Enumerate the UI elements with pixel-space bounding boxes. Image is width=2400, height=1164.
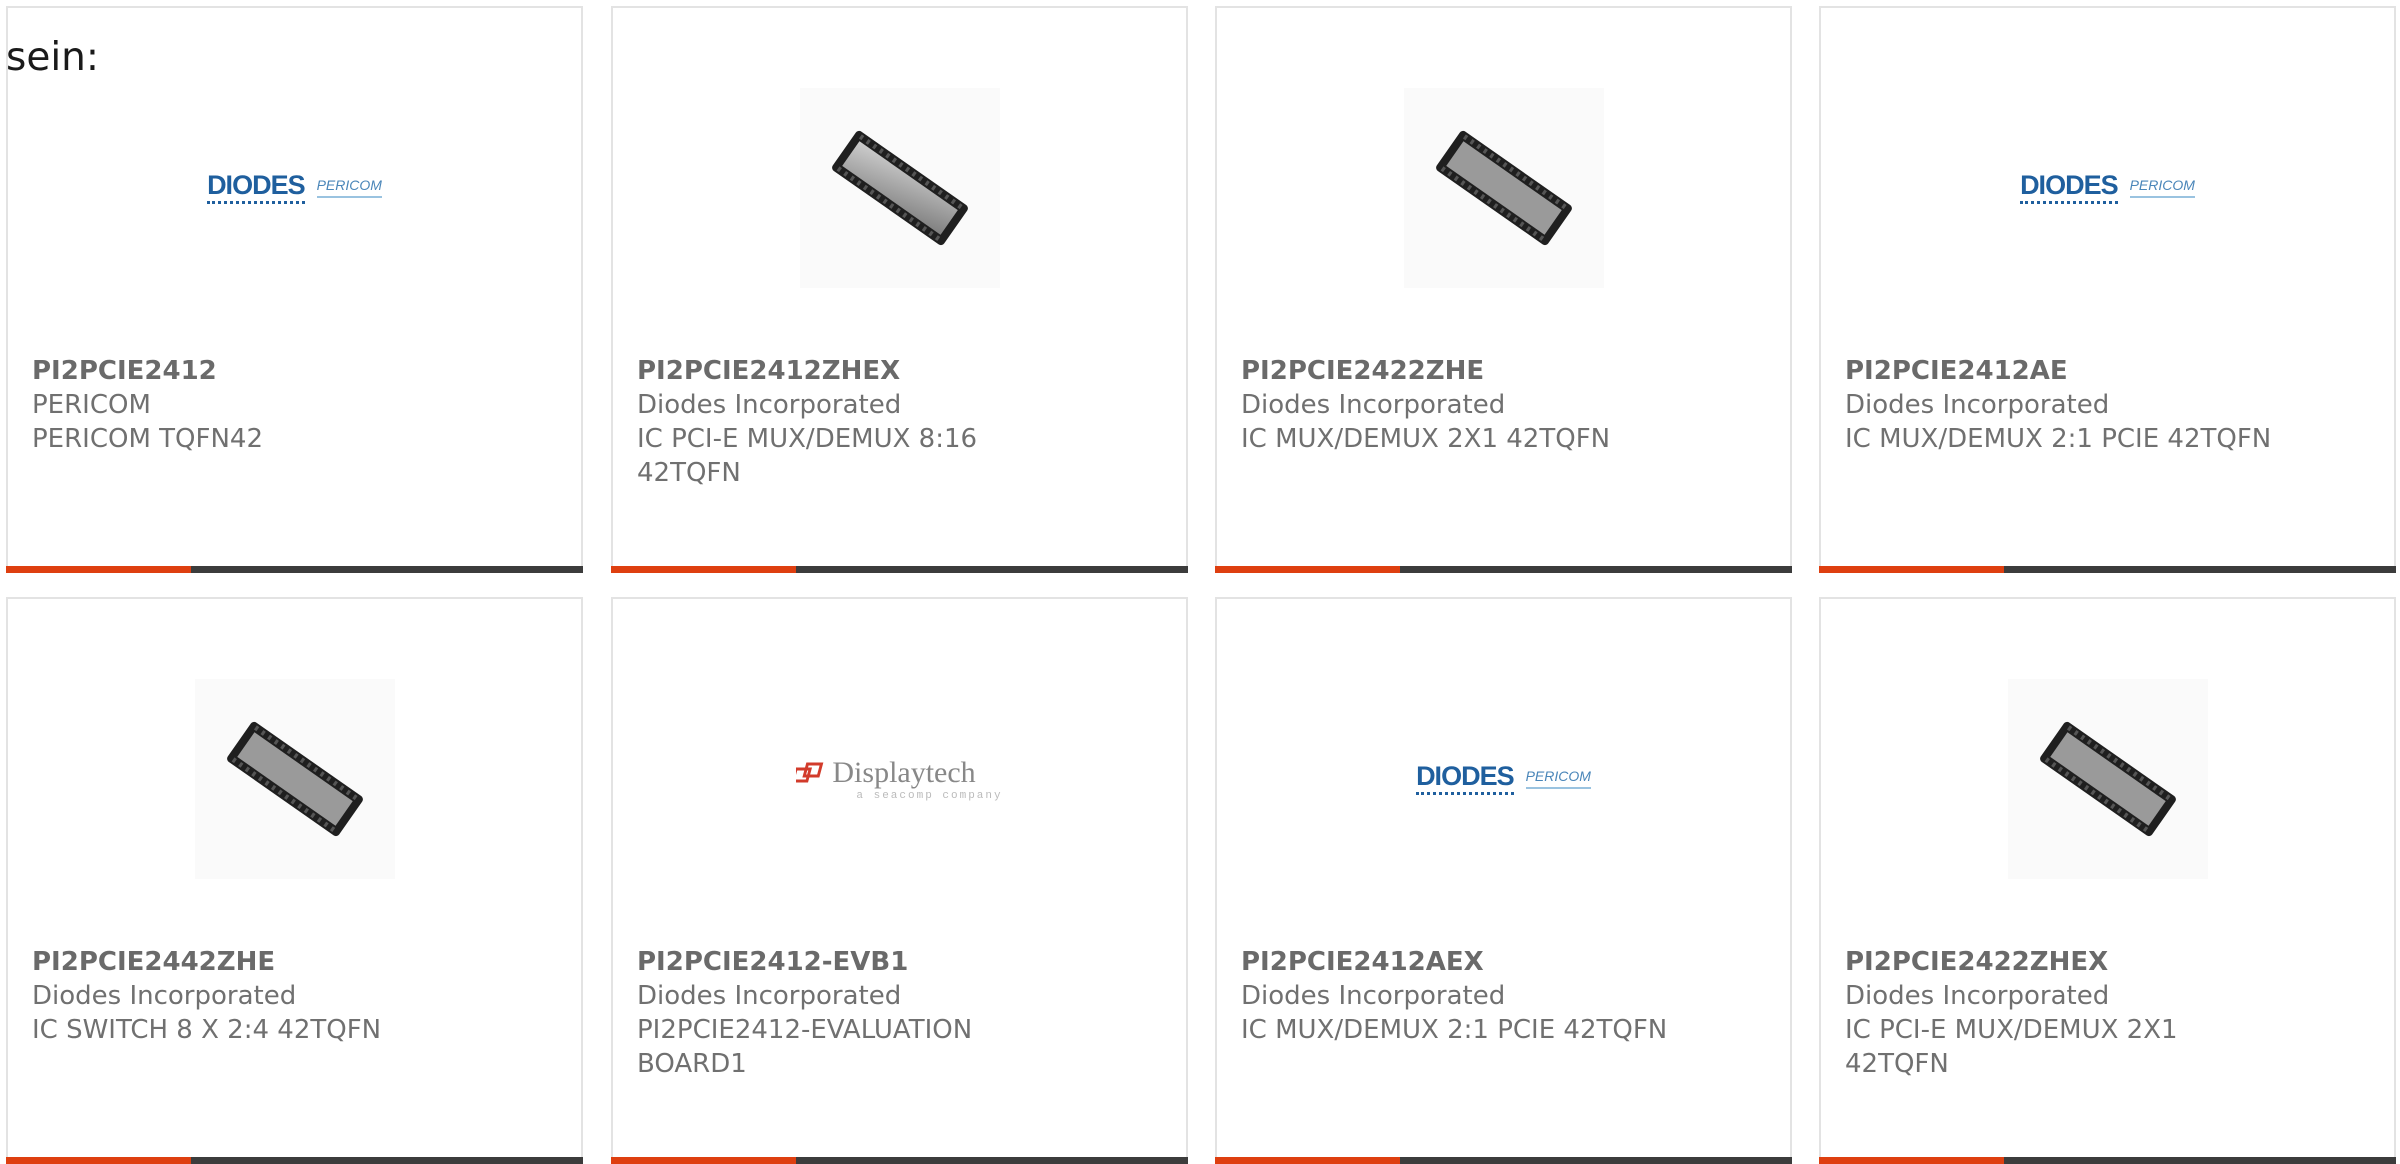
product-description: PI2PCIE2412-EVALUATION BOARD1 xyxy=(637,1015,973,1079)
product-manufacturer: Diodes Incorporated xyxy=(1241,981,1506,1011)
card-accent-bar xyxy=(611,566,1188,573)
diodes-pericom-logo: DIODES PERICOM xyxy=(207,172,382,204)
product-image xyxy=(1217,78,1790,298)
product-manufacturer: PERICOM xyxy=(32,390,151,420)
product-manufacturer: Diodes Incorporated xyxy=(637,981,902,1011)
product-description: PERICOM TQFN42 xyxy=(32,424,263,454)
product-card[interactable]: DIODES PERICOM PI2PCIE2412AEX Diodes Inc… xyxy=(1215,597,1792,1164)
chip-package-icon xyxy=(1435,130,1572,246)
product-name[interactable]: PI2PCIE2412 xyxy=(32,354,557,388)
card-accent-bar xyxy=(6,566,583,573)
product-manufacturer: Diodes Incorporated xyxy=(1845,390,2110,420)
product-image xyxy=(613,78,1186,298)
chip-package-image xyxy=(2007,679,2208,879)
product-name[interactable]: PI2PCIE2412AE xyxy=(1845,354,2370,388)
diodes-wordmark: DIODES xyxy=(207,172,306,204)
product-name[interactable]: PI2PCIE2412AEX xyxy=(1241,945,1766,979)
product-card[interactable]: PI2PCIE2422ZHE Diodes Incorporated IC MU… xyxy=(1215,6,1792,573)
product-card[interactable]: DIODES PERICOM PI2PCIE2412AE Diodes Inco… xyxy=(1819,6,2396,573)
intro-text: sein: xyxy=(6,35,100,80)
product-manufacturer: Diodes Incorporated xyxy=(637,390,902,420)
chip-package-icon xyxy=(2039,721,2176,837)
product-image xyxy=(8,669,581,889)
diodes-wordmark: DIODES xyxy=(1416,763,1515,795)
displaytech-mark-icon xyxy=(796,762,824,783)
product-manufacturer: Diodes Incorporated xyxy=(1845,981,2110,1011)
product-description: IC PCI-E MUX/DEMUX 2X1 42TQFN xyxy=(1845,1015,2178,1079)
chip-package-icon xyxy=(226,721,363,837)
product-name[interactable]: PI2PCIE2412-EVB1 xyxy=(637,945,1162,979)
diodes-pericom-logo: DIODES PERICOM xyxy=(1416,763,1591,795)
product-image xyxy=(1821,669,2394,889)
product-image: DIODES PERICOM xyxy=(8,78,581,298)
product-description: IC PCI-E MUX/DEMUX 8:16 42TQFN xyxy=(637,424,978,488)
displaytech-tagline: a seacomp company xyxy=(856,790,1003,802)
pericom-wordmark: PERICOM xyxy=(1525,768,1591,789)
product-image: Displaytech a seacomp company xyxy=(613,669,1186,889)
product-name[interactable]: PI2PCIE2442ZHE xyxy=(32,945,557,979)
product-card[interactable]: PI2PCIE2422ZHEX Diodes Incorporated IC P… xyxy=(1819,597,2396,1164)
diodes-pericom-logo: DIODES PERICOM xyxy=(2020,172,2195,204)
chip-package-icon xyxy=(831,130,968,246)
product-image: DIODES PERICOM xyxy=(1217,669,1790,889)
product-name[interactable]: PI2PCIE2422ZHE xyxy=(1241,354,1766,388)
product-card[interactable]: Displaytech a seacomp company PI2PCIE241… xyxy=(611,597,1188,1164)
product-manufacturer: Diodes Incorporated xyxy=(32,981,297,1011)
product-description: IC SWITCH 8 X 2:4 42TQFN xyxy=(32,1015,382,1045)
product-card[interactable]: PI2PCIE2442ZHE Diodes Incorporated IC SW… xyxy=(6,597,583,1164)
product-image: DIODES PERICOM xyxy=(1821,78,2394,298)
product-description: IC MUX/DEMUX 2:1 PCIE 42TQFN xyxy=(1241,1015,1668,1045)
pericom-wordmark: PERICOM xyxy=(2129,177,2195,198)
displaytech-wordmark: Displaytech xyxy=(832,756,976,789)
product-description: IC MUX/DEMUX 2:1 PCIE 42TQFN xyxy=(1845,424,2272,454)
chip-package-image xyxy=(194,679,395,879)
chip-package-image xyxy=(1403,88,1604,288)
displaytech-logo: Displaytech a seacomp company xyxy=(796,756,1002,802)
product-name[interactable]: PI2PCIE2412ZHEX xyxy=(637,354,1162,388)
card-accent-bar xyxy=(1215,566,1792,573)
product-card[interactable]: PI2PCIE2412ZHEX Diodes Incorporated IC P… xyxy=(611,6,1188,573)
chip-package-image xyxy=(799,88,1000,288)
pericom-wordmark: PERICOM xyxy=(316,177,382,198)
diodes-wordmark: DIODES xyxy=(2020,172,2119,204)
product-manufacturer: Diodes Incorporated xyxy=(1241,390,1506,420)
card-accent-bar xyxy=(1819,566,2396,573)
product-name[interactable]: PI2PCIE2422ZHEX xyxy=(1845,945,2370,979)
product-card[interactable]: DIODES PERICOM PI2PCIE2412 PERICOM PERIC… xyxy=(6,6,583,573)
product-description: IC MUX/DEMUX 2X1 42TQFN xyxy=(1241,424,1611,454)
